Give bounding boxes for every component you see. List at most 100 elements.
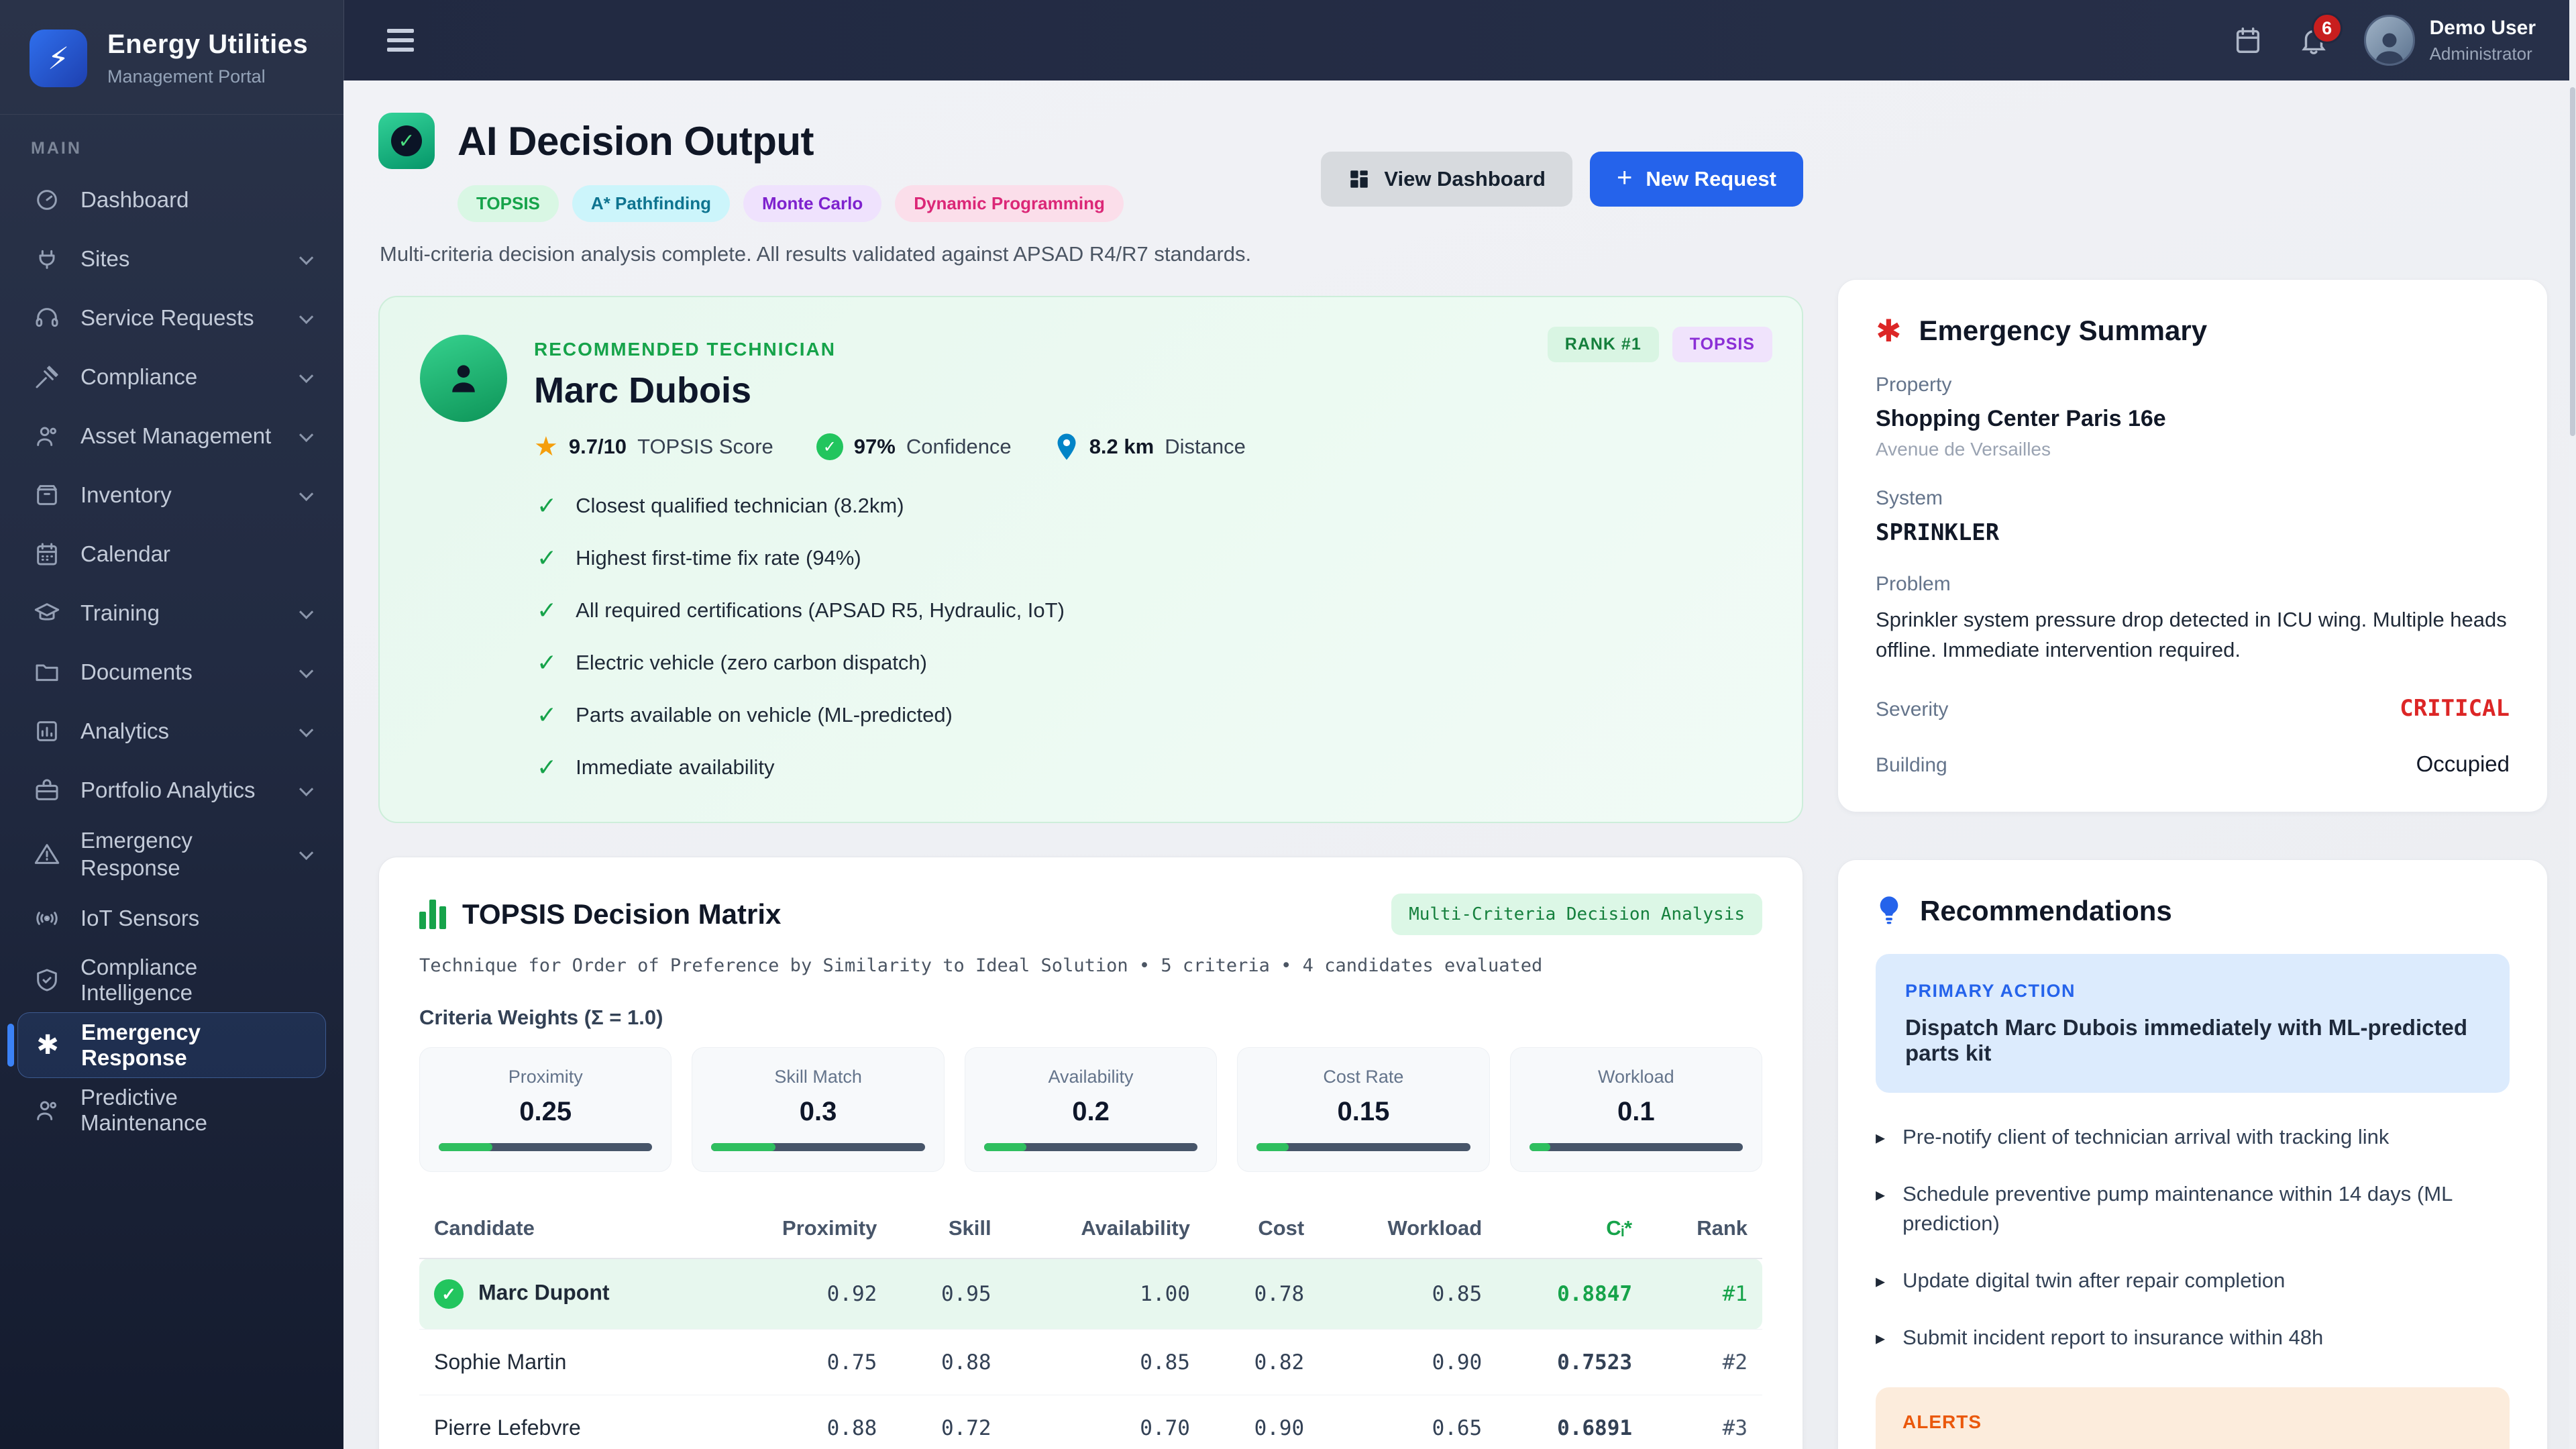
asterisk-icon: ✱ (36, 1030, 59, 1060)
weight-card-proximity: Proximity 0.25 (419, 1047, 672, 1172)
view-dashboard-button[interactable]: View Dashboard (1321, 152, 1572, 207)
sidebar-item-compliance[interactable]: Compliance (17, 347, 326, 407)
emergency-summary-title: ✱ Emergency Summary (1876, 313, 2208, 348)
user-menu[interactable]: Demo User Administrator (2363, 15, 2536, 66)
check-icon: ✓ (537, 492, 557, 519)
alerts-label: ALERTS (1902, 1411, 1982, 1432)
box-icon (37, 485, 57, 505)
primary-action-box: PRIMARY ACTION Dispatch Marc Dubois imme… (1876, 953, 2510, 1093)
notifications-bell-icon[interactable]: 6 (2298, 13, 2343, 56)
person-icon (2375, 33, 2404, 64)
checklist-item: ✓ All required certifications (APSAD R5, … (537, 596, 1065, 624)
chevron-down-icon (299, 309, 314, 324)
gavel-icon (36, 366, 58, 388)
sidebar-item-emergency-response-group[interactable]: Emergency Response (17, 820, 326, 889)
checklist-item: ✓ Closest qualified technician (8.2km) (537, 492, 904, 519)
primary-action-text: Dispatch Marc Dubois immediately with ML… (1905, 1014, 2467, 1065)
brand-lightning-icon: ⚡ (30, 30, 87, 87)
problem-label: Problem (1876, 573, 1951, 595)
check-badge-icon: ✓ (816, 433, 843, 460)
recommendation-item: ▸ Schedule preventive pump maintenance wi… (1876, 1179, 2510, 1238)
page-description: Multi-criteria decision analysis complet… (380, 242, 1252, 266)
check-icon: ✓ (537, 596, 557, 624)
brand-subtitle: Management Portal (107, 66, 266, 87)
new-request-button[interactable]: + New Request (1589, 152, 1803, 207)
sidebar-item-training[interactable]: Training (17, 584, 326, 643)
table-row: Sophie Martin 0.75 0.88 0.85 0.82 0.90 0.75… (419, 1329, 1762, 1395)
building-label: Building (1876, 753, 1947, 776)
calendar-icon (37, 543, 57, 566)
check-icon: ✓ (537, 544, 557, 572)
calendar-icon[interactable] (2233, 25, 2263, 56)
mcda-badge: Multi-Criteria Decision Analysis (1391, 894, 1762, 935)
distance-stat: 8.2 km Distance (1055, 432, 1246, 462)
arrow-right-icon: ▸ (1876, 1184, 1886, 1205)
sidebar-nav: MAIN Dashboard Sites Service Requests Co… (0, 115, 343, 1449)
sidebar-item-portfolio-analytics[interactable]: Portfolio Analytics (17, 761, 326, 820)
severity-label: Severity (1876, 698, 1949, 720)
check-icon: ✓ (537, 753, 557, 781)
page-header: ✓ AI Decision Output TOPSIS A* Pathfindi… (378, 113, 1803, 266)
recommendations-card: Recommendations PRIMARY ACTION Dispatch … (1837, 859, 2548, 1449)
criteria-weights-label: Criteria Weights (Σ = 1.0) (419, 1006, 663, 1029)
chart-icon (37, 721, 57, 741)
sidebar-item-calendar[interactable]: Calendar (17, 525, 326, 584)
topsis-matrix-card: TOPSIS Decision Matrix Multi-Criteria De… (378, 857, 1803, 1449)
emergency-summary-card: ✱ Emergency Summary Property Shopping Ce… (1837, 279, 2548, 812)
checklist-item: ✓ Parts available on vehicle (ML-predicte… (537, 701, 953, 729)
sidebar-item-sites[interactable]: Sites (17, 229, 326, 288)
user-name: Demo User (2429, 16, 2536, 39)
scrollbar[interactable] (2569, 0, 2576, 1449)
recommended-label: RECOMMENDED TECHNICIAN (534, 339, 836, 360)
arrow-right-icon: ▸ (1876, 1328, 1886, 1349)
chevron-down-icon (299, 722, 314, 737)
sidebar-item-service-requests[interactable]: Service Requests (17, 288, 326, 347)
warning-triangle-icon (34, 844, 60, 865)
scrollbar-thumb[interactable] (2570, 87, 2575, 436)
sidebar-item-compliance-intelligence[interactable]: Compliance Intelligence (17, 948, 326, 1012)
sidebar-item-predictive-maintenance[interactable]: Predictive Maintenance (17, 1078, 326, 1142)
shield-check-icon (37, 969, 57, 991)
recommendation-item: ▸ Pre-notify client of technician arrival… (1876, 1122, 2510, 1151)
user-role: Administrator (2429, 43, 2532, 64)
menu-icon[interactable] (387, 29, 414, 52)
sidebar: ⚡ Energy Utilities Management Portal MAI… (0, 0, 343, 1449)
topbar: 6 Demo User Administrator (343, 0, 2576, 80)
bar-chart-icon (419, 900, 446, 929)
checklist-item: ✓ Highest first-time fix rate (94%) (537, 544, 861, 572)
nav-section-label: MAIN (31, 139, 82, 158)
badge-topsis: TOPSIS (458, 185, 559, 222)
worker-icon (37, 427, 56, 446)
chevron-down-icon (299, 250, 314, 265)
chevron-down-icon (299, 486, 314, 501)
building-value: Occupied (2416, 751, 2510, 776)
notification-count-badge: 6 (2311, 13, 2343, 44)
sidebar-item-analytics[interactable]: Analytics (17, 702, 326, 761)
rank-badge: RANK #1 (1547, 327, 1659, 362)
graduation-icon (34, 603, 60, 621)
method-badges: TOPSIS A* Pathfinding Monte Carlo Dynami… (458, 185, 1251, 222)
recommendation-list: ▸ Pre-notify client of technician arrival… (1876, 1122, 2510, 1352)
sidebar-item-documents[interactable]: Documents (17, 643, 326, 702)
sidebar-item-inventory[interactable]: Inventory (17, 466, 326, 525)
sidebar-item-dashboard[interactable]: Dashboard (17, 170, 326, 229)
primary-action-label: PRIMARY ACTION (1905, 980, 2076, 1001)
sidebar-item-emergency-response[interactable]: ✱ Emergency Response (7, 1012, 326, 1078)
avatar (2363, 15, 2415, 66)
sidebar-item-iot-sensors[interactable]: IoT Sensors (17, 889, 326, 948)
severity-value: CRITICAL (2400, 694, 2510, 722)
grid-icon (1350, 170, 1368, 188)
badge-monte-carlo: Monte Carlo (743, 185, 882, 222)
check-icon: ✓ (537, 701, 557, 729)
folder-icon (36, 664, 58, 682)
technician-name: Marc Dubois (534, 370, 752, 411)
recommendation-item: ▸ Update digital twin after repair comple… (1876, 1266, 2510, 1295)
lightbulb-icon (1876, 895, 1902, 927)
sidebar-item-asset-management[interactable]: Asset Management (17, 407, 326, 466)
headset-icon (36, 308, 58, 327)
star-icon: ★ (534, 432, 558, 462)
brand-title: Energy Utilities (107, 30, 309, 59)
gauge-icon (37, 190, 57, 210)
table-row-winner: ✓ Marc Dupont 0.92 0.95 1.00 0.78 0.85 0.884… (419, 1258, 1762, 1330)
system-value: SPRINKLER (1876, 519, 2000, 546)
